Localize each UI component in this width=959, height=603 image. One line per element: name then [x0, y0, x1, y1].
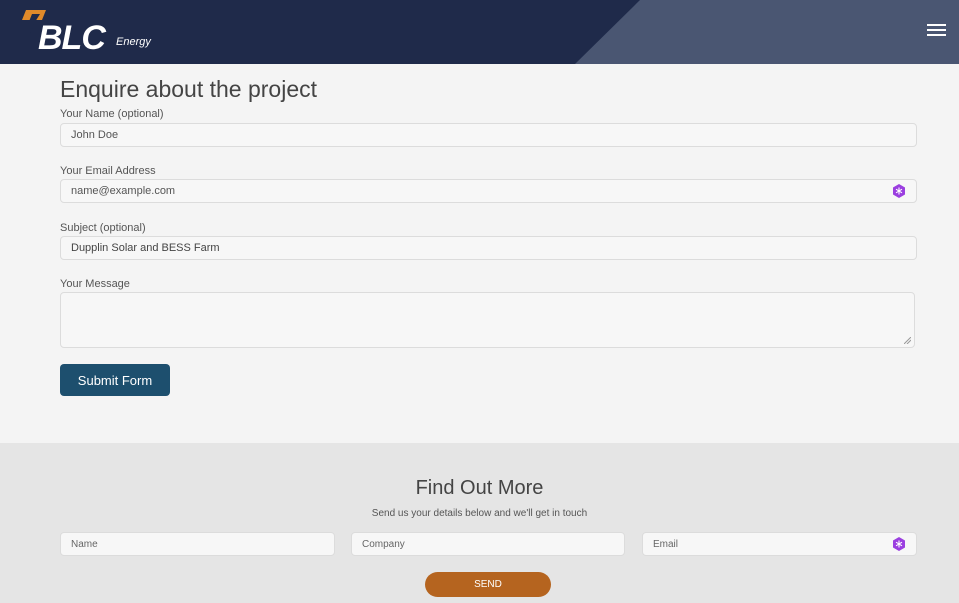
message-label: Your Message [60, 278, 130, 290]
message-textarea[interactable] [60, 292, 915, 348]
site-header: BLC Energy [0, 0, 959, 64]
footer-email-input[interactable]: Email [642, 532, 917, 556]
resize-handle-icon[interactable] [904, 337, 911, 344]
email-input[interactable]: name@example.com [60, 179, 917, 203]
subject-label: Subject (optional) [60, 222, 146, 234]
subject-input[interactable]: Dupplin Solar and BESS Farm [60, 236, 917, 260]
email-label: Your Email Address [60, 165, 156, 177]
name-input[interactable]: John Doe [60, 123, 917, 147]
page-title: Enquire about the project [60, 76, 318, 102]
footer-subtitle: Send us your details below and we'll get… [371, 508, 588, 519]
logo-subtext: Energy [116, 36, 151, 48]
logo-text: BLC [38, 19, 106, 57]
submit-form-button[interactable]: Submit Form [60, 364, 170, 396]
blc-energy-logo[interactable]: BLC Energy [22, 8, 182, 58]
name-label: Your Name (optional) [60, 108, 164, 120]
find-out-more-section: Find Out More Send us your details below… [0, 443, 959, 603]
footer-company-input[interactable]: Company [351, 532, 625, 556]
footer-title: Find Out More [415, 477, 544, 499]
footer-name-input[interactable]: Name [60, 532, 335, 556]
enquiry-section: Enquire about the project Your Name (opt… [0, 64, 959, 443]
password-manager-icon[interactable] [892, 537, 906, 551]
hamburger-menu-icon[interactable] [927, 24, 946, 38]
send-button[interactable]: SEND [425, 572, 551, 597]
password-manager-icon[interactable] [892, 184, 906, 198]
